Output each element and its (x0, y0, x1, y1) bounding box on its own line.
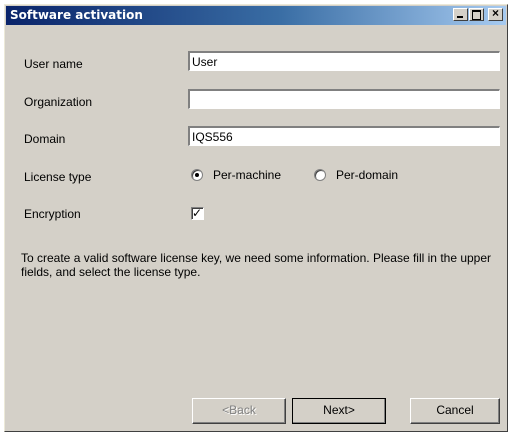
user-name-label: User name (24, 57, 83, 71)
encryption-label: Encryption (24, 207, 81, 221)
close-button[interactable]: × (488, 6, 503, 21)
domain-label: Domain (24, 132, 66, 146)
cancel-button[interactable]: Cancel (410, 398, 500, 424)
maximize-icon (472, 10, 481, 20)
window-title: Software activation (10, 8, 143, 22)
radio-selected-dot (195, 173, 199, 177)
activation-window: Software activation × User name Organiza… (4, 4, 508, 432)
next-button[interactable]: Next> (292, 398, 386, 424)
title-bar[interactable]: Software activation × (6, 6, 506, 25)
info-text: To create a valid software license key, … (21, 251, 492, 279)
back-button[interactable]: <Back (192, 398, 286, 424)
user-name-field[interactable] (187, 50, 501, 72)
radio-circle (191, 169, 203, 181)
checkmark-icon: ✓ (192, 206, 203, 220)
license-type-label: License type (24, 170, 92, 184)
minimize-icon (457, 16, 463, 18)
maximize-button[interactable] (469, 8, 484, 21)
radio-label: Per-domain (336, 168, 399, 182)
minimize-button[interactable] (453, 8, 468, 21)
radio-circle (314, 169, 326, 181)
domain-field[interactable] (187, 125, 501, 147)
close-icon: × (491, 6, 499, 20)
encryption-checkbox[interactable]: ✓ (191, 206, 204, 220)
organization-field[interactable] (187, 88, 501, 110)
radio-label: Per-machine (213, 168, 282, 182)
organization-label: Organization (24, 95, 93, 109)
